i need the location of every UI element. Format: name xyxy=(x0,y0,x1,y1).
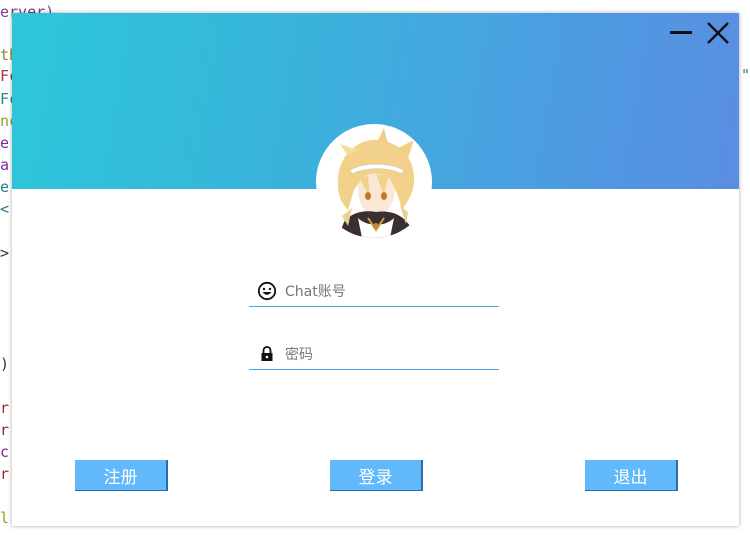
account-input[interactable] xyxy=(283,278,497,306)
background-code-line: ) xyxy=(0,355,10,373)
close-icon xyxy=(707,22,729,44)
background-code-line: r xyxy=(0,399,10,417)
background-code-line: r xyxy=(0,465,10,483)
background-code-line: l xyxy=(0,509,10,527)
background-code-line: < xyxy=(0,200,10,218)
login-window: 注册 登录 退出 xyxy=(12,13,739,526)
background-code-line: c xyxy=(0,443,10,461)
register-button[interactable]: 注册 xyxy=(75,460,168,491)
minimize-button[interactable] xyxy=(667,19,695,47)
password-input[interactable] xyxy=(283,341,497,369)
exit-button[interactable]: 退出 xyxy=(585,460,678,491)
anime-character-avatar-image xyxy=(318,126,430,238)
account-field xyxy=(249,276,499,307)
background-code-line: r xyxy=(0,421,10,439)
background-code-line: e xyxy=(0,134,10,152)
background-code-line: > xyxy=(0,244,10,262)
lock-icon xyxy=(261,346,273,361)
user-avatar xyxy=(318,126,430,238)
background-code-line: a xyxy=(0,156,10,174)
background-code-line: e xyxy=(0,178,10,196)
background-code-quote: " xyxy=(741,66,750,84)
password-field xyxy=(249,339,499,370)
close-button[interactable] xyxy=(704,19,732,47)
smiley-face-icon xyxy=(257,281,277,301)
login-button[interactable]: 登录 xyxy=(330,460,423,491)
